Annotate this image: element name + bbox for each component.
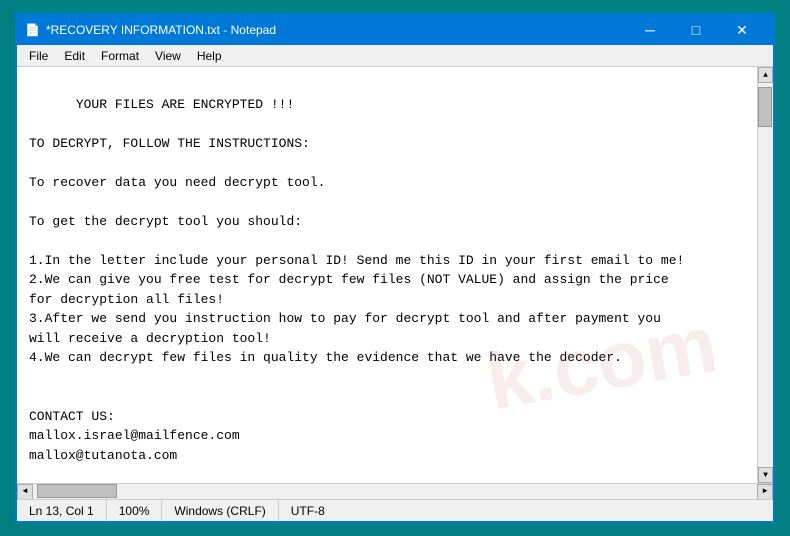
menu-edit[interactable]: Edit — [56, 47, 93, 65]
scroll-up-icon: ▲ — [763, 71, 768, 80]
menu-file[interactable]: File — [21, 47, 56, 65]
zoom-level: 100% — [119, 504, 150, 518]
minimize-button[interactable]: ─ — [627, 15, 673, 45]
maximize-button[interactable]: □ — [673, 15, 719, 45]
scroll-left-icon: ◄ — [23, 487, 28, 496]
scroll-right-button[interactable]: ► — [757, 484, 773, 500]
scroll-track-horizontal[interactable] — [33, 484, 757, 500]
scroll-track-vertical[interactable] — [758, 83, 773, 467]
notepad-window: 📄 *RECOVERY INFORMATION.txt - Notepad ─ … — [15, 13, 775, 523]
window-title: *RECOVERY INFORMATION.txt - Notepad — [46, 23, 276, 37]
document-text: YOUR FILES ARE ENCRYPTED !!! TO DECRYPT,… — [29, 97, 684, 484]
line-ending: Windows (CRLF) — [174, 504, 265, 518]
close-button[interactable]: ✕ — [719, 15, 765, 45]
menu-view[interactable]: View — [147, 47, 189, 65]
scroll-thumb-vertical[interactable] — [758, 87, 772, 127]
title-bar-controls: ─ □ ✕ — [627, 15, 765, 45]
menu-format[interactable]: Format — [93, 47, 147, 65]
status-bar: Ln 13, Col 1 100% Windows (CRLF) UTF-8 — [17, 499, 773, 521]
status-encoding: UTF-8 — [279, 500, 337, 521]
text-editor[interactable]: YOUR FILES ARE ENCRYPTED !!! TO DECRYPT,… — [17, 67, 757, 483]
encoding: UTF-8 — [291, 504, 325, 518]
status-zoom: 100% — [107, 500, 163, 521]
content-area: YOUR FILES ARE ENCRYPTED !!! TO DECRYPT,… — [17, 67, 773, 483]
title-bar: 📄 *RECOVERY INFORMATION.txt - Notepad ─ … — [17, 15, 773, 45]
scroll-left-button[interactable]: ◄ — [17, 484, 33, 500]
menu-help[interactable]: Help — [189, 47, 230, 65]
vertical-scrollbar: ▲ ▼ — [757, 67, 773, 483]
title-bar-text: 📄 *RECOVERY INFORMATION.txt - Notepad — [25, 23, 276, 37]
scroll-up-button[interactable]: ▲ — [758, 67, 773, 83]
scroll-down-button[interactable]: ▼ — [758, 467, 773, 483]
status-position: Ln 13, Col 1 — [17, 500, 107, 521]
menu-bar: File Edit Format View Help — [17, 45, 773, 67]
app-icon: 📄 — [25, 23, 40, 37]
scroll-thumb-horizontal[interactable] — [37, 484, 117, 498]
status-line-ending: Windows (CRLF) — [162, 500, 278, 521]
scroll-down-icon: ▼ — [763, 471, 768, 480]
horizontal-scrollbar: ◄ ► — [17, 483, 773, 499]
scroll-right-icon: ► — [763, 487, 768, 496]
cursor-position: Ln 13, Col 1 — [29, 504, 94, 518]
